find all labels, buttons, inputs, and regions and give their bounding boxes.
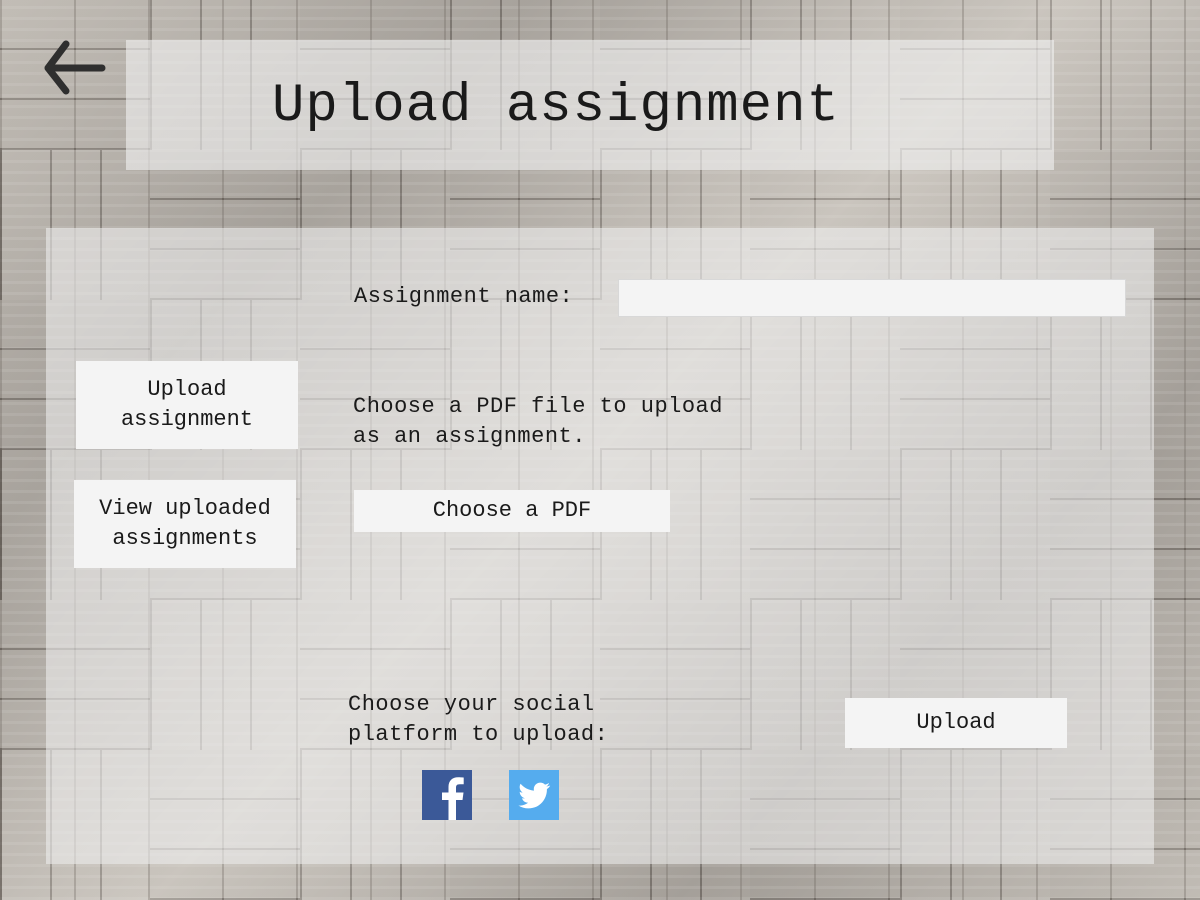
upload-assignment-nav-button[interactable]: Upload assignment [76, 361, 298, 449]
view-uploaded-assignments-button[interactable]: View uploaded assignments [74, 480, 296, 568]
back-button[interactable] [38, 36, 110, 98]
choose-pdf-button[interactable]: Choose a PDF [354, 490, 670, 532]
upload-button-label: Upload [916, 710, 996, 735]
upload-button[interactable]: Upload [845, 698, 1067, 748]
social-platform-label: Choose your social platform to upload: [348, 692, 609, 747]
main-panel: Upload assignment View uploaded assignme… [46, 228, 1154, 864]
view-uploaded-assignments-label: View uploaded assignments [99, 496, 271, 551]
back-arrow-icon [44, 40, 106, 95]
choose-pdf-label: Choose a PDF [432, 498, 592, 523]
facebook-icon[interactable] [422, 770, 472, 820]
assignment-name-label: Assignment name: [354, 284, 574, 309]
page-title: Upload assignment [272, 76, 840, 137]
twitter-icon[interactable] [509, 770, 559, 820]
assignment-name-input[interactable] [618, 279, 1126, 317]
upload-assignment-nav-label: Upload assignment [120, 377, 254, 432]
wood-tile [1050, 0, 1200, 150]
title-panel: Upload assignment [126, 40, 1054, 170]
pdf-description: Choose a PDF file to upload as an assign… [353, 394, 723, 449]
